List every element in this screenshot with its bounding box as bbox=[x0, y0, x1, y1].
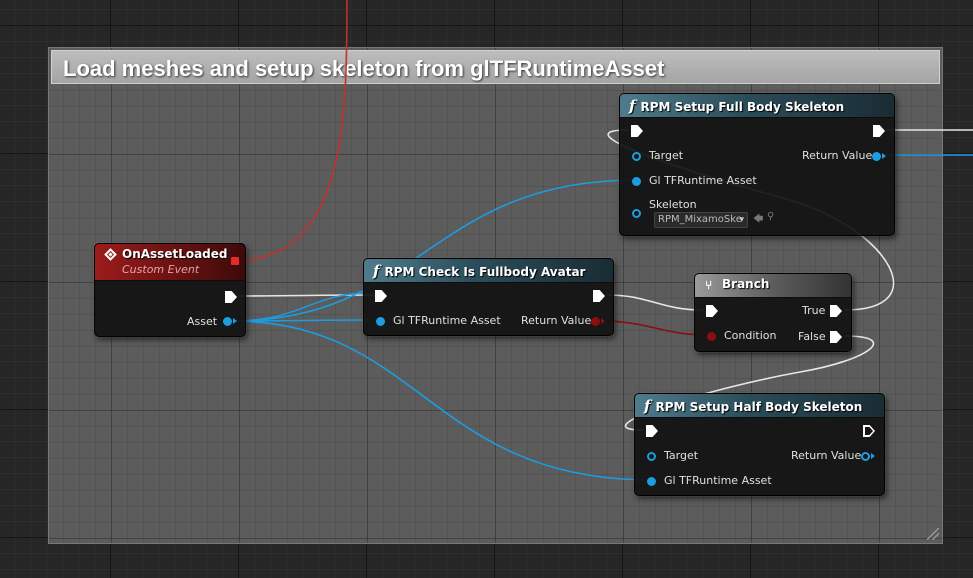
setup-full-body-title-text: RPM Setup Full Body Skeleton bbox=[640, 100, 845, 114]
search-icon[interactable]: ⚲ bbox=[767, 211, 774, 222]
true-output-label: True bbox=[802, 304, 826, 317]
setup-full-body-header[interactable]: f RPM Setup Full Body Skeleton bbox=[620, 94, 894, 118]
gltf-asset-input-label: Gl TFRuntime Asset bbox=[664, 474, 772, 487]
function-icon: f bbox=[373, 262, 380, 280]
check-fullbody-title-text: RPM Check Is Fullbody Avatar bbox=[384, 265, 586, 279]
return-value-output-pin[interactable] bbox=[591, 317, 600, 326]
asset-output-pin[interactable] bbox=[223, 317, 232, 326]
false-exec-output-pin[interactable] bbox=[830, 331, 842, 343]
check-fullbody-title: f RPM Check Is Fullbody Avatar bbox=[373, 262, 585, 280]
browse-arrow-icon[interactable]: 🡄 bbox=[753, 212, 763, 229]
return-value-output-label: Return Value bbox=[802, 149, 873, 162]
branch-title: Branch bbox=[722, 277, 770, 291]
asset-output-label: Asset bbox=[187, 315, 218, 328]
return-value-output-pin[interactable] bbox=[872, 152, 881, 161]
exec-output-pin[interactable] bbox=[873, 125, 885, 137]
exec-wire-check-to-branch[interactable] bbox=[606, 294, 704, 311]
return-value-output-label: Return Value bbox=[791, 449, 862, 462]
gltf-asset-input-pin[interactable] bbox=[632, 177, 641, 186]
object-wire-asset-to-half[interactable] bbox=[231, 320, 652, 481]
gltf-asset-input-label: Gl TFRuntime Asset bbox=[649, 174, 757, 187]
skeleton-input-pin[interactable] bbox=[632, 209, 641, 218]
delegate-wire[interactable] bbox=[239, 0, 348, 262]
setup-full-body-title: f RPM Setup Full Body Skeleton bbox=[629, 97, 844, 115]
skeleton-asset-dropdown[interactable]: RPM_MixamoSke bbox=[654, 212, 748, 228]
setup-half-body-title-text: RPM Setup Half Body Skeleton bbox=[655, 400, 863, 414]
event-diamond-icon bbox=[104, 248, 117, 261]
target-input-label: Target bbox=[649, 149, 684, 162]
setup-half-body-title: f RPM Setup Half Body Skeleton bbox=[644, 397, 862, 415]
return-value-arrow-icon bbox=[601, 318, 605, 324]
false-output-label: False bbox=[798, 330, 826, 343]
exec-output-pin[interactable] bbox=[863, 425, 875, 437]
exec-output-pin[interactable] bbox=[225, 291, 237, 303]
function-icon: f bbox=[644, 397, 651, 415]
on-asset-loaded-header[interactable]: OnAssetLoaded Custom Event bbox=[95, 244, 245, 281]
function-icon: f bbox=[629, 97, 636, 115]
condition-input-pin[interactable] bbox=[707, 332, 716, 341]
on-asset-loaded-node[interactable]: OnAssetLoaded Custom Event Asset bbox=[94, 243, 246, 337]
on-asset-loaded-title: OnAssetLoaded bbox=[122, 247, 228, 261]
exec-input-pin[interactable] bbox=[375, 290, 387, 302]
setup-half-body-header[interactable]: f RPM Setup Half Body Skeleton bbox=[635, 394, 884, 418]
setup-full-body-node[interactable]: f RPM Setup Full Body Skeleton Target Ret… bbox=[619, 93, 895, 236]
return-value-arrow-icon bbox=[871, 453, 875, 459]
branch-header[interactable]: ⑂ Branch bbox=[695, 274, 851, 298]
target-input-pin[interactable] bbox=[632, 152, 641, 161]
branch-icon: ⑂ bbox=[705, 278, 713, 292]
gltf-asset-input-label: Gl TFRuntime Asset bbox=[393, 314, 501, 327]
gltf-asset-input-pin[interactable] bbox=[376, 317, 385, 326]
branch-node[interactable]: ⑂ Branch True Condition False bbox=[694, 273, 852, 352]
condition-input-label: Condition bbox=[724, 329, 777, 342]
check-fullbody-node[interactable]: f RPM Check Is Fullbody Avatar Gl TFRunti… bbox=[363, 258, 614, 336]
asset-output-arrow-icon bbox=[233, 318, 237, 324]
on-asset-loaded-subtitle: Custom Event bbox=[122, 263, 200, 276]
return-value-output-label: Return Value bbox=[521, 314, 592, 327]
delegate-output-pin[interactable] bbox=[231, 257, 239, 265]
skeleton-input-label: Skeleton bbox=[649, 198, 697, 211]
return-value-output-pin[interactable] bbox=[861, 452, 870, 461]
exec-input-pin[interactable] bbox=[631, 125, 643, 137]
target-input-pin[interactable] bbox=[647, 452, 656, 461]
setup-half-body-node[interactable]: f RPM Setup Half Body Skeleton Target Ret… bbox=[634, 393, 885, 496]
exec-input-pin[interactable] bbox=[706, 305, 718, 317]
exec-output-pin[interactable] bbox=[593, 290, 605, 302]
exec-input-pin[interactable] bbox=[646, 425, 658, 437]
object-wire-asset-to-check-top[interactable] bbox=[231, 292, 366, 322]
check-fullbody-header[interactable]: f RPM Check Is Fullbody Avatar bbox=[364, 259, 613, 283]
gltf-asset-input-pin[interactable] bbox=[647, 477, 656, 486]
return-value-arrow-icon bbox=[882, 153, 886, 159]
true-exec-output-pin[interactable] bbox=[830, 305, 842, 317]
target-input-label: Target bbox=[664, 449, 699, 462]
